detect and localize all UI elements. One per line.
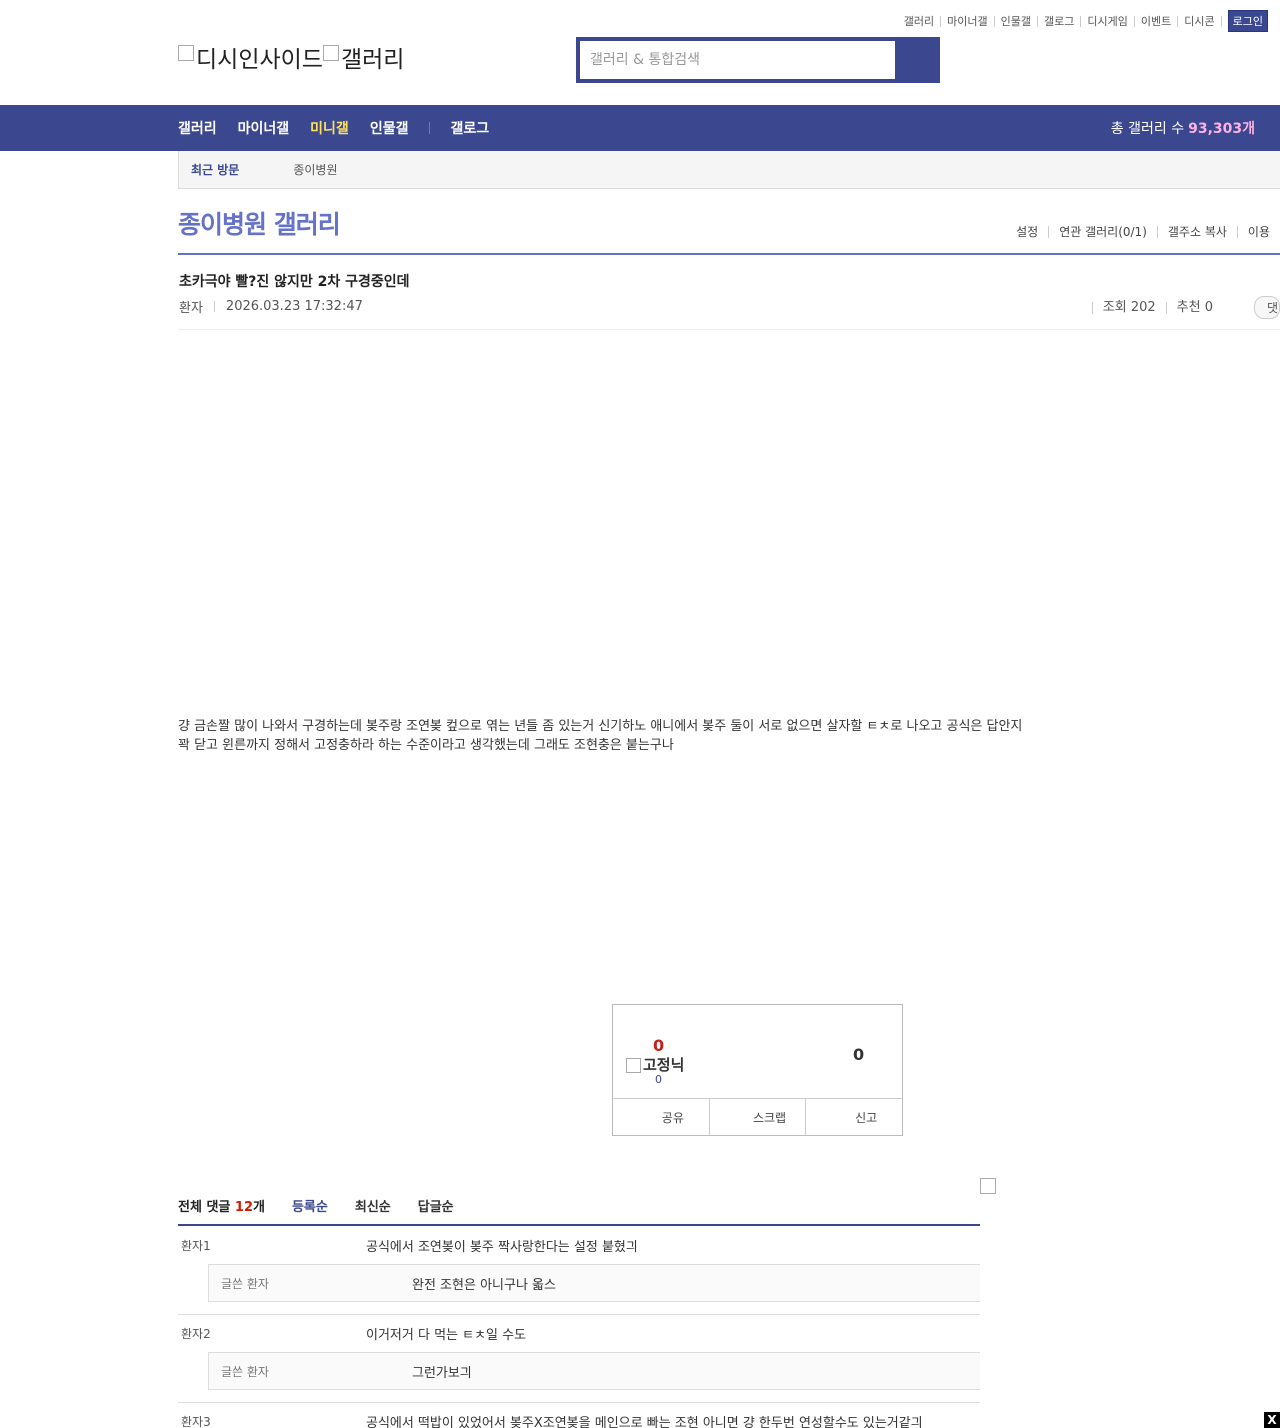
- reply-nick[interactable]: 글쓴 환자: [209, 1275, 412, 1292]
- sort-by-latest[interactable]: 최신순: [355, 1196, 391, 1224]
- nav-gallog[interactable]: 갤로그: [450, 118, 489, 138]
- related-gallery-link[interactable]: 연관 갤러리(0/1): [1048, 226, 1157, 238]
- comment-item: 환자2 이거저거 다 먹는 ㅌㅊ일 수도 글쓴 환자 그런가보긔: [178, 1315, 980, 1403]
- broken-image-icon: [178, 45, 194, 61]
- search-icon: [907, 51, 924, 68]
- fixed-nick-count: 0: [655, 1073, 662, 1086]
- post-body: 걍 금손짤 많이 나와서 구경하는데 봊주랑 조연봊 컾으로 엮는 년들 좀 있…: [178, 717, 1098, 755]
- title-divider: [178, 253, 1280, 255]
- post-views: 조회 202: [1091, 301, 1166, 314]
- broken-image-icon: [980, 1178, 996, 1194]
- recommend-box: 0 고정닉 0 0 공유 스크랩 신고: [612, 1004, 903, 1136]
- comment-total: 전체 댓글 12개: [178, 1196, 265, 1224]
- fixed-nick-upvote[interactable]: 고정닉: [626, 1054, 684, 1075]
- comment-header: 전체 댓글 12개 등록순 최신순 답글순: [178, 1196, 980, 1226]
- upvote-count[interactable]: 0: [653, 1036, 664, 1055]
- gallery-count: 총 갤러리 수 93,303개: [1111, 105, 1255, 151]
- reply-text: 완전 조현은 아니구나 옯스: [412, 1277, 556, 1293]
- post-date: 2026.03.23 17:32:47: [225, 299, 363, 314]
- top-link-gallog[interactable]: 갤로그: [1038, 15, 1082, 27]
- comment-nick[interactable]: 환자1: [178, 1237, 366, 1254]
- top-link-dccon[interactable]: 디시콘: [1178, 15, 1222, 27]
- post-writer[interactable]: 환자: [179, 297, 203, 316]
- post-title: 초카극야 빨?진 않지만 2차 구경중인데: [179, 274, 410, 290]
- comment-list: 환자1 공식에서 조연봊이 봊주 짝사랑한다는 설정 붙혔긔 글쓴 환자 완전 …: [178, 1227, 980, 1428]
- comment-total-label: 전체 댓글: [178, 1200, 231, 1215]
- fixed-nick-label: 고정닉: [643, 1056, 685, 1074]
- top-link-event[interactable]: 이벤트: [1135, 15, 1179, 27]
- gallery-title[interactable]: 종이병원 갤러리: [178, 205, 341, 241]
- post-body-line: 걍 금손짤 많이 나와서 구경하는데 봊주랑 조연봊 컾으로 엮는 년들 좀 있…: [178, 719, 1023, 734]
- reply-nick[interactable]: 글쓴 환자: [209, 1363, 412, 1380]
- copy-gallery-address-link[interactable]: 갤주소 복사: [1156, 226, 1237, 238]
- divider: [213, 301, 215, 312]
- post-writer-info: 환자 2026.03.23 17:32:47: [179, 297, 363, 316]
- logo-alt-dcinside: 디시인사이드: [196, 47, 323, 73]
- recent-visit-title[interactable]: 최근 방문: [191, 161, 239, 178]
- reply-item: 글쓴 환자 완전 조현은 아니구나 옯스: [208, 1264, 980, 1302]
- close-icon[interactable]: X: [1264, 1412, 1280, 1428]
- sort-by-replies[interactable]: 답글순: [418, 1196, 454, 1224]
- recent-visit-bar: 최근 방문 종이병원: [178, 151, 1280, 189]
- reply-item: 글쓴 환자 그런가보긔: [208, 1352, 980, 1390]
- nav-minor-gallery[interactable]: 마이너갤: [238, 118, 290, 138]
- top-link-gallery[interactable]: 갤러리: [898, 15, 942, 27]
- scrap-button[interactable]: 스크랩: [708, 1099, 806, 1135]
- top-link-minor[interactable]: 마이너갤: [941, 15, 995, 27]
- site-logo[interactable]: 디시인사이드 갤러리: [178, 40, 404, 74]
- nav-divider: [429, 122, 431, 134]
- comment-text: 공식에서 떡밥이 있었어서 봊주X조연봊을 메인으로 빠는 조현 아니면 걍 한…: [366, 1416, 923, 1428]
- search-input[interactable]: [580, 41, 895, 79]
- comment-item: 환자3 공식에서 떡밥이 있었어서 봊주X조연봊을 메인으로 빠는 조현 아니면…: [178, 1403, 980, 1428]
- comment-nick[interactable]: 환자3: [178, 1413, 366, 1428]
- comment-jump-button[interactable]: 댓: [1254, 296, 1280, 319]
- main-nav: 갤러리 마이너갤 미니갤 인물갤 갤로그 총 갤러리 수 93,303개: [0, 105, 1280, 151]
- nav-gallery[interactable]: 갤러리: [178, 118, 217, 138]
- search-button[interactable]: [895, 41, 936, 79]
- post-head-divider: [178, 329, 1280, 330]
- comment-total-count: 12: [234, 1200, 253, 1215]
- login-button[interactable]: 로그인: [1227, 10, 1268, 32]
- broken-image-icon: [626, 1058, 641, 1073]
- nav-mini-gallery[interactable]: 미니갤: [310, 118, 349, 138]
- recent-visit-item[interactable]: 종이병원: [293, 161, 337, 178]
- comment-text: 이거저거 다 먹는 ㅌㅊ일 수도: [366, 1328, 527, 1343]
- comment-nick[interactable]: 환자2: [178, 1325, 366, 1342]
- top-link-person[interactable]: 인물갤: [995, 15, 1039, 27]
- broken-image-icon: [322, 45, 339, 61]
- downvote-count[interactable]: 0: [853, 1045, 864, 1064]
- top-link-game[interactable]: 디시게임: [1081, 15, 1135, 27]
- sort-by-registered[interactable]: 등록순: [292, 1196, 328, 1224]
- search-box: [576, 37, 940, 83]
- gallery-options: 설정 연관 갤러리(0/1) 갤주소 복사 이용: [1006, 226, 1280, 238]
- gallery-count-label: 총 갤러리 수: [1110, 121, 1185, 137]
- nav-person-gallery[interactable]: 인물갤: [370, 118, 409, 138]
- post-stats: 조회 202 추천 0 댓: [1091, 296, 1280, 319]
- post-recommend: 추천 0: [1165, 301, 1223, 314]
- gallery-settings-link[interactable]: 설정: [1006, 226, 1048, 238]
- comment-total-unit: 개: [253, 1200, 265, 1215]
- post-body-line: 꽉 닫고 윈른까지 정해서 고정충하라 하는 수준이라고 생각했는데 그래도 조…: [178, 738, 674, 753]
- usage-link[interactable]: 이용: [1236, 226, 1280, 238]
- gallery-count-value: 93,303개: [1188, 121, 1255, 137]
- report-button[interactable]: 신고: [805, 1099, 902, 1135]
- top-links: 갤러리 마이너갤 인물갤 갤로그 디시게임 이벤트 디시콘 로그인: [898, 10, 1268, 32]
- share-button[interactable]: 공유: [613, 1099, 709, 1135]
- comment-text: 공식에서 조연봊이 봊주 짝사랑한다는 설정 붙혔긔: [366, 1240, 638, 1255]
- logo-alt-gallery: 갤러리: [340, 47, 405, 73]
- comment-item: 환자1 공식에서 조연봊이 봊주 짝사랑한다는 설정 붙혔긔 글쓴 환자 완전 …: [178, 1227, 980, 1315]
- reply-text: 그런가보긔: [412, 1365, 472, 1381]
